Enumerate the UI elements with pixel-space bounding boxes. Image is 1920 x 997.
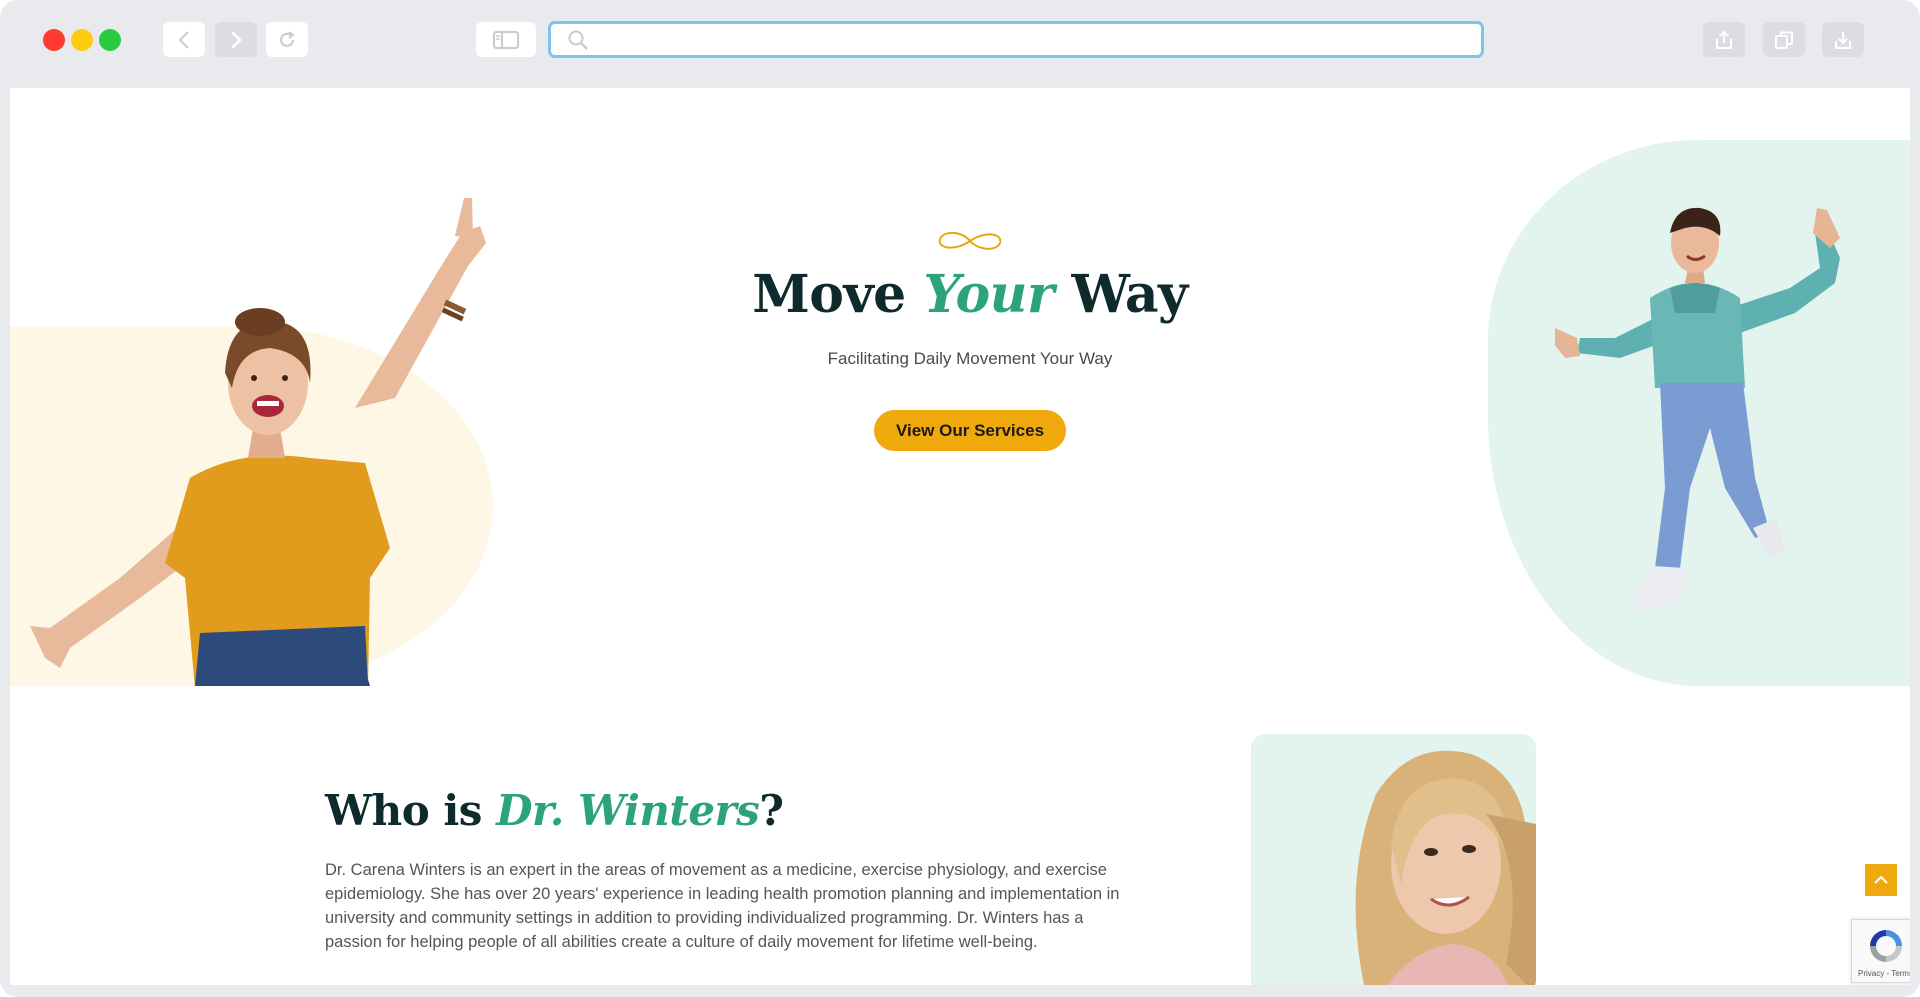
- browser-window: Move Your Way Facilitating Daily Movemen…: [0, 0, 1920, 997]
- forward-button[interactable]: [215, 22, 257, 57]
- back-button[interactable]: [163, 22, 205, 57]
- download-icon: [1835, 31, 1851, 49]
- page-viewport: Move Your Way Facilitating Daily Movemen…: [10, 88, 1910, 985]
- recaptcha-icon: [1870, 930, 1902, 962]
- hero-title-part2: Way: [1053, 264, 1188, 325]
- sidebar-icon: [493, 30, 519, 49]
- hero-title-accent: Your: [923, 264, 1054, 325]
- forward-icon: [231, 30, 242, 49]
- back-icon: [178, 30, 189, 49]
- infinity-icon: [938, 231, 1002, 250]
- maximize-window-button[interactable]: [99, 29, 121, 51]
- url-input[interactable]: [589, 24, 1481, 55]
- chevron-up-icon: [1874, 875, 1888, 884]
- dr-winters-portrait-card: [1251, 734, 1536, 985]
- hero-subtitle: Facilitating Daily Movement Your Way: [827, 349, 1113, 368]
- scroll-to-top-button[interactable]: [1865, 864, 1897, 896]
- address-bar[interactable]: [548, 21, 1484, 58]
- recaptcha-privacy-terms[interactable]: Privacy - Terms: [1858, 969, 1910, 978]
- about-title-accent: Dr. Winters: [496, 786, 760, 835]
- hero-title-part1: Move: [752, 264, 924, 325]
- hero-title: Move Your Way: [710, 264, 1230, 325]
- search-icon: [568, 30, 588, 50]
- dr-winters-portrait-image: [1355, 750, 1536, 985]
- man-jumping-image: [1555, 207, 1840, 613]
- close-window-button[interactable]: [43, 29, 65, 51]
- about-body-text: Dr. Carena Winters is an expert in the a…: [325, 861, 1120, 951]
- downloads-button[interactable]: [1822, 22, 1864, 57]
- reload-button[interactable]: [266, 22, 308, 57]
- woman-jumping-image: [30, 198, 486, 686]
- tabs-overview-button[interactable]: [1763, 22, 1805, 57]
- reload-icon: [280, 30, 295, 47]
- tabs-icon: [1775, 31, 1793, 49]
- hero-content: Move Your Way Facilitating Daily Movemen…: [710, 228, 1230, 451]
- browser-toolbar: [0, 0, 1920, 88]
- about-title-part1: Who is: [325, 786, 497, 835]
- about-title-part2: ?: [759, 786, 784, 835]
- minimize-window-button[interactable]: [71, 29, 93, 51]
- sidebar-toggle-button[interactable]: [476, 22, 536, 57]
- recaptcha-badge[interactable]: Privacy - Terms: [1851, 919, 1910, 983]
- share-icon: [1716, 30, 1732, 49]
- about-title: Who is Dr. Winters?: [325, 786, 784, 835]
- share-button[interactable]: [1703, 22, 1745, 57]
- view-services-button[interactable]: View Our Services: [874, 410, 1066, 451]
